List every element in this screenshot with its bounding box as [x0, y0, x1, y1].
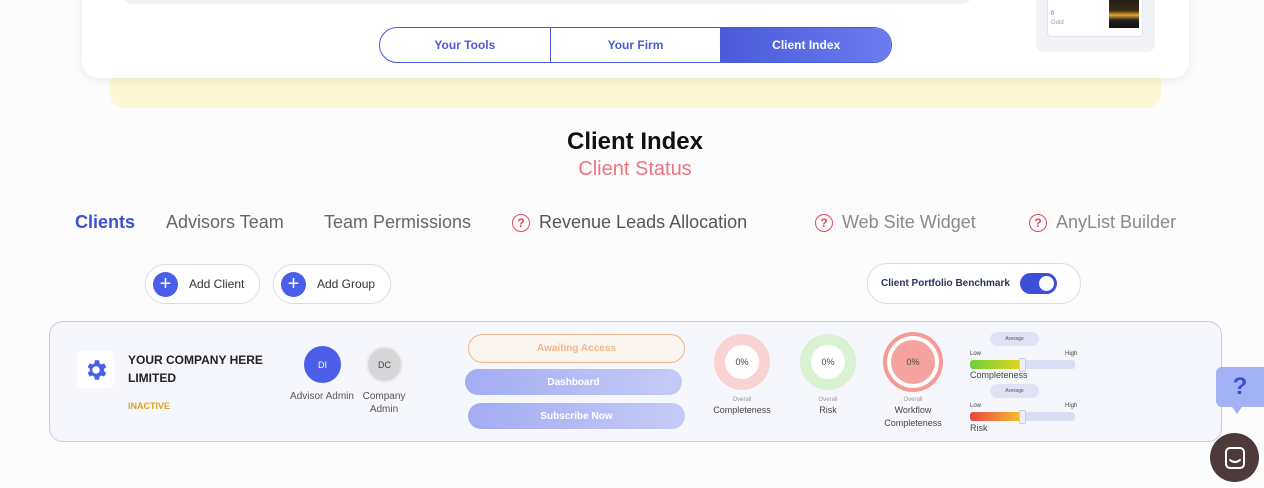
- help-button[interactable]: ?: [1216, 367, 1264, 407]
- gauge-low-label: Low: [970, 403, 982, 409]
- workflow-ring: 0%: [883, 332, 943, 392]
- risk-caption: Overall Risk: [788, 396, 868, 417]
- completeness-ring: 0%: [714, 334, 770, 390]
- subscribe-now-button[interactable]: Subscribe Now: [468, 403, 685, 429]
- workflow-ring-gap: 0%: [887, 336, 939, 388]
- add-client-label: Add Client: [189, 277, 245, 291]
- tab-advisors-team[interactable]: Advisors Team: [166, 212, 284, 233]
- gauge-high-label: High: [1065, 351, 1078, 357]
- chat-icon: [1224, 446, 1245, 469]
- gauge-title: Risk: [970, 423, 988, 433]
- add-group-label: Add Group: [317, 277, 376, 291]
- gauge-handle: [1019, 410, 1026, 424]
- benchmark-control: Client Portfolio Benchmark: [867, 263, 1081, 304]
- tab-label: AnyList Builder: [1056, 212, 1177, 232]
- completeness-caption: Overall Completeness: [702, 396, 782, 417]
- gear-icon: [87, 359, 106, 380]
- workflow-value: 0%: [891, 340, 935, 384]
- benchmark-label: Client Portfolio Benchmark: [881, 278, 1010, 289]
- plus-icon: +: [281, 271, 306, 297]
- tab-label: Advisors Team: [166, 212, 284, 232]
- company-avatar[interactable]: DC: [366, 346, 403, 383]
- gauge-fill: [970, 360, 1023, 369]
- app-root: Your Tools Your Firm Client Index 0 Gold…: [0, 0, 1264, 488]
- badge-level: Gold: [1051, 20, 1064, 26]
- plus-icon: +: [153, 271, 178, 297]
- caption-label: Workflow Completeness: [884, 405, 942, 428]
- caption-label: Risk: [819, 405, 837, 415]
- caption-label: Completeness: [713, 405, 771, 415]
- add-client-button[interactable]: + Add Client: [145, 264, 260, 304]
- help-bubble-tail: [1230, 404, 1244, 414]
- tab-client-index[interactable]: Client Index: [721, 28, 891, 62]
- gauge-title: Completeness: [970, 370, 1028, 380]
- page-subtitle: Client Status: [578, 158, 692, 180]
- tab-anylist-builder[interactable]: ? AnyList Builder: [1029, 212, 1176, 233]
- completeness-value: 0%: [725, 345, 759, 379]
- gauge-fill: [970, 412, 1023, 421]
- tab-clients[interactable]: Clients: [75, 212, 135, 233]
- tab-web-site-widget[interactable]: ? Web Site Widget: [815, 212, 976, 233]
- badge-image: [1109, 0, 1139, 28]
- risk-value: 0%: [811, 345, 845, 379]
- caption-small: Overall: [732, 397, 752, 403]
- help-circle-icon: ?: [815, 213, 833, 232]
- toggle-knob: [1038, 276, 1054, 291]
- tab-label: Revenue Leads Allocation: [539, 212, 748, 232]
- risk-ring: 0%: [800, 334, 856, 390]
- search-bar[interactable]: [122, 0, 972, 4]
- benchmark-toggle[interactable]: [1019, 273, 1057, 294]
- tab-your-firm[interactable]: Your Firm: [551, 28, 722, 62]
- tab-team-permissions[interactable]: Team Permissions: [324, 212, 471, 233]
- question-icon: ?: [1232, 373, 1248, 400]
- gauge-high-label: High: [1065, 403, 1078, 409]
- advisor-admin-label: Advisor Admin: [290, 391, 354, 402]
- tab-label: Web Site Widget: [842, 212, 976, 232]
- badge-count: 0: [1051, 11, 1055, 17]
- caption-small: Overall: [903, 397, 923, 403]
- section-switcher: Your Tools Your Firm Client Index: [379, 27, 892, 63]
- tab-your-tools[interactable]: Your Tools: [380, 28, 551, 62]
- average-marker: Average: [990, 332, 1039, 346]
- awaiting-access-button[interactable]: Awaiting Access: [468, 334, 685, 363]
- add-group-button[interactable]: + Add Group: [273, 264, 391, 304]
- workflow-caption: Overall Workflow Completeness: [873, 396, 953, 430]
- company-admin-label: Company Admin: [362, 391, 406, 415]
- tab-label: Team Permissions: [324, 212, 472, 232]
- advisor-avatar[interactable]: DI: [304, 346, 341, 383]
- status-badge: INACTIVE: [128, 401, 171, 411]
- tab-label: Clients: [75, 212, 136, 232]
- gauge-low-label: Low: [970, 351, 982, 357]
- chat-launcher-button[interactable]: [1210, 433, 1259, 482]
- client-company-name: YOUR COMPANY HERE LIMITED: [128, 353, 263, 385]
- tab-revenue-leads-allocation[interactable]: ? Revenue Leads Allocation: [512, 212, 747, 233]
- help-circle-icon: ?: [512, 213, 530, 232]
- caption-small: Overall: [818, 397, 838, 403]
- page-title: Client Index: [566, 128, 704, 155]
- help-circle-icon: ?: [1029, 213, 1047, 232]
- dashboard-button[interactable]: Dashboard: [465, 369, 682, 395]
- average-marker: Average: [990, 384, 1039, 398]
- client-settings-button[interactable]: [77, 351, 114, 388]
